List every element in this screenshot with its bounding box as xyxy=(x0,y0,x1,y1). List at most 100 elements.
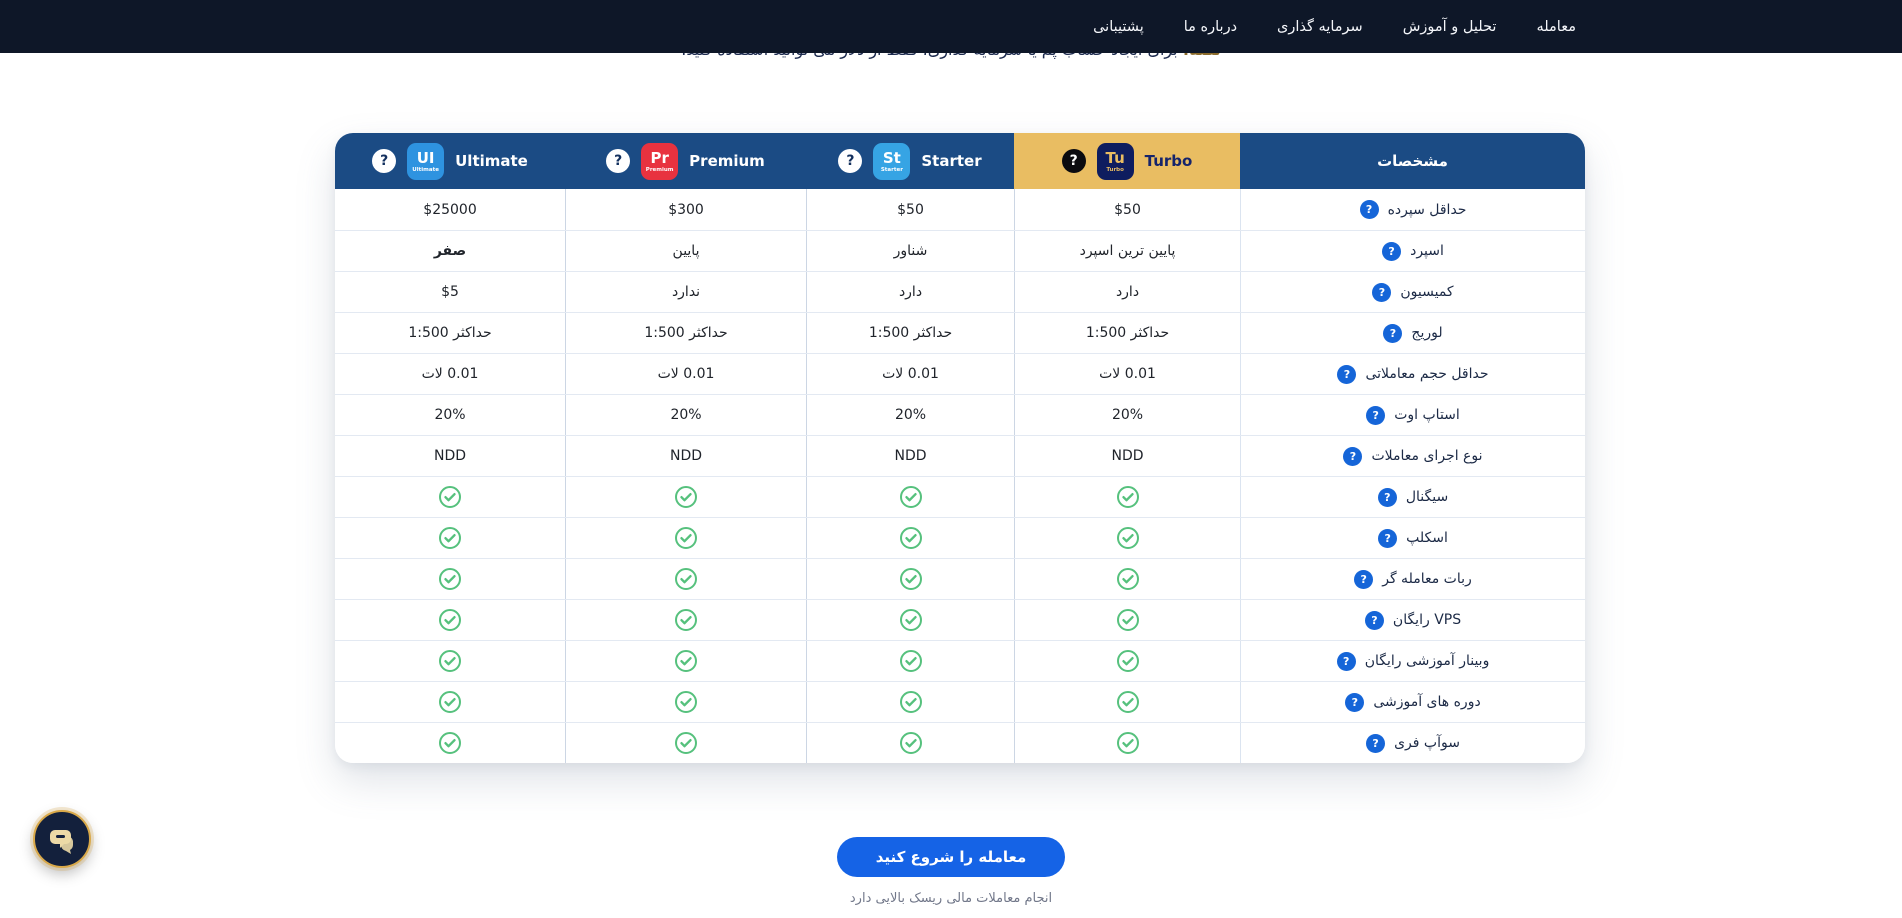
table-row: سوآپ فری? xyxy=(335,722,1585,763)
plan-header-premium: ? Pr PremiumPremium xyxy=(565,133,806,189)
top-nav: معامله تحلیل و آموزش سرمایه گذاری درباره ما… xyxy=(0,0,1902,53)
plan-badge-text: Pr xyxy=(650,151,668,166)
plan-name: Turbo xyxy=(1145,152,1193,170)
plan-header-turbo: ?TuTurboTurbo xyxy=(1014,133,1240,189)
table-row: $5نداردداردداردکمیسیون? xyxy=(335,271,1585,312)
help-icon[interactable]: ? xyxy=(1337,652,1356,671)
spec-label-text: سوآپ فری xyxy=(1394,735,1460,751)
plan-badge-text: St xyxy=(883,151,901,166)
cell-turbo xyxy=(1014,641,1240,681)
cell-starter: دارد xyxy=(806,272,1014,312)
spec-label: سیگنال? xyxy=(1378,488,1448,507)
cell-turbo: دارد xyxy=(1014,272,1240,312)
cell-turbo xyxy=(1014,600,1240,640)
cell-turbo: حداکثر 1:500 xyxy=(1014,313,1240,353)
cell-premium: پایین xyxy=(565,231,806,271)
help-icon[interactable]: ? xyxy=(372,149,396,173)
nav-item-0[interactable]: معامله xyxy=(1536,19,1576,35)
spec-label: اسپرد? xyxy=(1382,242,1444,261)
check-icon xyxy=(674,731,698,755)
check-icon xyxy=(899,526,923,550)
plan-name: Ultimate xyxy=(455,152,528,170)
check-icon xyxy=(1116,567,1140,591)
nav-item-2[interactable]: سرمایه گذاری xyxy=(1277,19,1363,35)
plan-badge-starter-icon: St Starter xyxy=(873,143,910,180)
help-icon[interactable]: ? xyxy=(1345,693,1364,712)
help-icon[interactable]: ? xyxy=(1360,200,1379,219)
help-icon[interactable]: ? xyxy=(1366,406,1385,425)
check-icon xyxy=(1116,690,1140,714)
check-icon xyxy=(899,731,923,755)
plan-badge-subtext: Premium xyxy=(646,168,674,174)
spec-label: نوع اجرای معاملات? xyxy=(1343,447,1482,466)
spec-label: دوره های آموزشی? xyxy=(1345,693,1480,712)
cell-ultimate xyxy=(335,723,565,763)
check-icon xyxy=(674,649,698,673)
spec-label-text: سیگنال xyxy=(1406,489,1448,505)
spec-label: حداقل حجم معاملاتی? xyxy=(1337,365,1488,384)
check-icon xyxy=(674,526,698,550)
spec-label-cell: سوآپ فری? xyxy=(1240,723,1585,763)
check-icon xyxy=(899,690,923,714)
spec-label-cell: حداقل حجم معاملاتی? xyxy=(1240,354,1585,394)
help-icon[interactable]: ? xyxy=(1372,283,1391,302)
check-icon xyxy=(438,567,462,591)
help-icon[interactable]: ? xyxy=(1366,734,1385,753)
check-icon xyxy=(899,608,923,632)
spec-label-cell: ربات معامله گر? xyxy=(1240,559,1585,599)
help-icon[interactable]: ? xyxy=(1337,365,1356,384)
check-icon xyxy=(674,567,698,591)
spec-label-text: حداقل سپرده xyxy=(1388,202,1467,218)
risk-disclaimer: انجام معاملات مالی ریسک بالایی دارد xyxy=(0,891,1902,906)
check-icon xyxy=(1116,526,1140,550)
spec-label-cell: حداقل سپرده? xyxy=(1240,189,1585,230)
spec-label-text: اسپرد xyxy=(1410,243,1444,259)
chat-widget-button[interactable] xyxy=(33,810,91,868)
table-row: ربات معامله گر? xyxy=(335,558,1585,599)
check-icon xyxy=(899,485,923,509)
cell-turbo xyxy=(1014,682,1240,722)
help-icon[interactable]: ? xyxy=(1343,447,1362,466)
check-icon xyxy=(1116,608,1140,632)
cell-starter xyxy=(806,723,1014,763)
check-icon xyxy=(1116,485,1140,509)
cell-turbo xyxy=(1014,477,1240,517)
table-row: NDDNDDNDDNDDنوع اجرای معاملات? xyxy=(335,435,1585,476)
help-icon[interactable]: ? xyxy=(1365,611,1384,630)
specs-header-title: مشخصات xyxy=(1377,152,1448,170)
spec-label-cell: دوره های آموزشی? xyxy=(1240,682,1585,722)
cell-premium: $300 xyxy=(565,189,806,230)
help-icon[interactable]: ? xyxy=(606,149,630,173)
cell-ultimate: حداکثر 1:500 xyxy=(335,313,565,353)
table-header-row: ?UIUltimateUltimate?PrPremiumPremium?StS… xyxy=(335,133,1585,189)
cell-ultimate xyxy=(335,600,565,640)
table-row: 0.01 لات0.01 لات0.01 لات0.01 لاتحداقل حج… xyxy=(335,353,1585,394)
table-row: سیگنال? xyxy=(335,476,1585,517)
help-icon[interactable]: ? xyxy=(1383,324,1402,343)
plan-badge-premium-icon: Pr Premium xyxy=(641,143,678,180)
cell-starter: شناور xyxy=(806,231,1014,271)
help-icon[interactable]: ? xyxy=(1382,242,1401,261)
table-body: $25000$300$50$50حداقل سپرده?صفرپایینشناو… xyxy=(335,189,1585,763)
help-icon[interactable]: ? xyxy=(838,149,862,173)
cell-premium xyxy=(565,477,806,517)
help-icon[interactable]: ? xyxy=(1062,149,1086,173)
table-row: $25000$300$50$50حداقل سپرده? xyxy=(335,189,1585,230)
spec-label-text: استاپ اوت xyxy=(1394,407,1460,423)
plan-header-ultimate: ?UIUltimateUltimate xyxy=(335,133,565,189)
start-trading-button[interactable]: معامله را شروع کنید xyxy=(837,837,1065,877)
check-icon xyxy=(674,690,698,714)
help-icon[interactable]: ? xyxy=(1378,488,1397,507)
help-icon[interactable]: ? xyxy=(1354,570,1373,589)
nav-item-1[interactable]: تحلیل و آموزش xyxy=(1403,19,1497,35)
cell-premium xyxy=(565,559,806,599)
check-icon xyxy=(438,608,462,632)
spec-label-cell: اسکلپ? xyxy=(1240,518,1585,558)
plan-name: Starter xyxy=(921,152,981,170)
plan-badge-subtext: Starter xyxy=(881,168,903,174)
nav-item-3[interactable]: درباره ما xyxy=(1184,19,1237,35)
cell-premium xyxy=(565,723,806,763)
spec-label-cell: VPS رایگان? xyxy=(1240,600,1585,640)
help-icon[interactable]: ? xyxy=(1378,529,1397,548)
nav-item-4[interactable]: پشتیبانی xyxy=(1093,19,1144,35)
